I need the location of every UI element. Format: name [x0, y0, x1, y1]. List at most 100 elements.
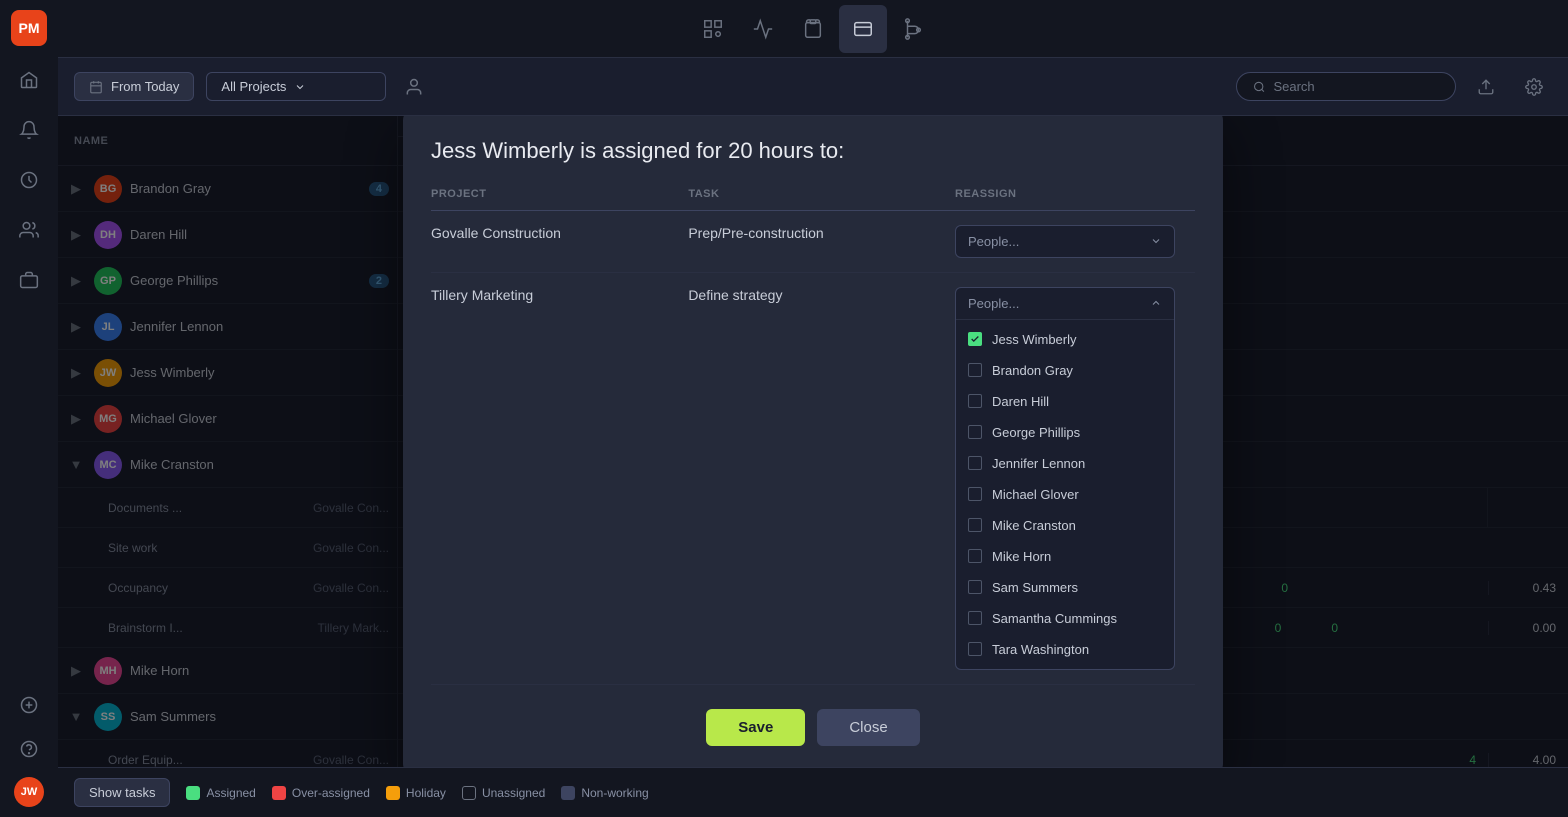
col-header-project: PROJECT	[431, 188, 688, 211]
dropdown-item-george[interactable]: George Phillips	[956, 417, 1174, 448]
people-select-govalle[interactable]: People...	[955, 225, 1175, 258]
search-input[interactable]	[1273, 79, 1439, 94]
checkbox-michael	[968, 487, 982, 501]
checkbox-tara	[968, 642, 982, 656]
sidebar-add-icon[interactable]	[13, 689, 45, 721]
holiday-dot	[386, 786, 400, 800]
assignment-modal: Jess Wimberly is assigned for 20 hours t…	[403, 116, 1223, 767]
dropdown-label-george: George Phillips	[992, 425, 1080, 440]
non-working-label: Non-working	[581, 786, 648, 800]
checkbox-daren	[968, 394, 982, 408]
dropdown-item-daren[interactable]: Daren Hill	[956, 386, 1174, 417]
people-select-govalle-label: People...	[968, 234, 1019, 249]
sidebar-help-icon[interactable]	[13, 733, 45, 765]
dropdown-label-tara: Tara Washington	[992, 642, 1089, 657]
legend-holiday: Holiday	[386, 786, 446, 800]
dropdown-label-mike-c: Mike Cranston	[992, 518, 1076, 533]
dropdown-label-samantha: Samantha Cummings	[992, 611, 1117, 626]
toolbar-chart-btn[interactable]	[739, 5, 787, 53]
save-button[interactable]: Save	[706, 709, 805, 746]
legend-non-working: Non-working	[561, 786, 648, 800]
checkbox-mike-h	[968, 549, 982, 563]
app-logo[interactable]: PM	[11, 10, 47, 46]
dropdown-label-brandon: Brandon Gray	[992, 363, 1073, 378]
bottom-bar: Show tasks Assigned Over-assigned Holida…	[58, 767, 1568, 817]
unassigned-dot	[462, 786, 476, 800]
dropdown-list-tillery: Jess Wimberly Brandon Gray	[956, 320, 1174, 669]
sidebar-people-icon[interactable]	[13, 214, 45, 246]
settings-icon[interactable]	[1516, 69, 1552, 105]
dropdown-item-mike-h[interactable]: Mike Horn	[956, 541, 1174, 572]
dropdown-label-michael: Michael Glover	[992, 487, 1079, 502]
modal-title: Jess Wimberly is assigned for 20 hours t…	[431, 138, 1195, 164]
dropdown-label-mike-h: Mike Horn	[992, 549, 1051, 564]
legend-assigned: Assigned	[186, 786, 255, 800]
dropdown-header-label: People...	[968, 296, 1019, 311]
dropdown-item-samantha[interactable]: Samantha Cummings	[956, 603, 1174, 634]
user-filter-icon[interactable]	[398, 71, 430, 103]
unassigned-label: Unassigned	[482, 786, 545, 800]
from-today-label: From Today	[111, 79, 179, 94]
toolbar-scan-btn[interactable]	[689, 5, 737, 53]
checkbox-jennifer	[968, 456, 982, 470]
sidebar-home-icon[interactable]	[13, 64, 45, 96]
modal-overlay: Jess Wimberly is assigned for 20 hours t…	[58, 116, 1568, 767]
dropdown-header-tillery[interactable]: People...	[956, 288, 1174, 320]
task-prep: Prep/Pre-construction	[688, 210, 955, 272]
toolbar-clipboard-btn[interactable]	[789, 5, 837, 53]
modal-actions: Save Close	[431, 709, 1195, 746]
dropdown-label-jennifer: Jennifer Lennon	[992, 456, 1085, 471]
search-box[interactable]	[1236, 72, 1456, 101]
sidebar: PM JW	[0, 0, 58, 817]
checkbox-jess	[968, 332, 982, 346]
main-content: From Today All Projects	[58, 0, 1568, 817]
from-today-button[interactable]: From Today	[74, 72, 194, 101]
non-working-dot	[561, 786, 575, 800]
dropdown-item-sam[interactable]: Sam Summers	[956, 572, 1174, 603]
all-projects-select[interactable]: All Projects	[206, 72, 386, 101]
dropdown-label-jess: Jess Wimberly	[992, 332, 1077, 347]
col-header-task: TASK	[688, 188, 955, 211]
dropdown-label-sam: Sam Summers	[992, 580, 1078, 595]
reassign-tillery: People... J	[955, 272, 1195, 684]
project-govalle: Govalle Construction	[431, 210, 688, 272]
all-projects-label: All Projects	[221, 79, 286, 94]
sidebar-briefcase-icon[interactable]	[13, 264, 45, 296]
legend-over-assigned: Over-assigned	[272, 786, 370, 800]
over-assigned-dot	[272, 786, 286, 800]
dropdown-item-brandon[interactable]: Brandon Gray	[956, 355, 1174, 386]
assignment-table: PROJECT TASK REASSIGN Govalle Constructi…	[431, 188, 1195, 685]
dropdown-item-jess[interactable]: Jess Wimberly	[956, 324, 1174, 355]
assigned-dot	[186, 786, 200, 800]
legend-unassigned: Unassigned	[462, 786, 545, 800]
project-tillery: Tillery Marketing	[431, 272, 688, 684]
toolbar-link-btn[interactable]	[839, 5, 887, 53]
table-row-govalle: Govalle Construction Prep/Pre-constructi…	[431, 210, 1195, 272]
export-icon[interactable]	[1468, 69, 1504, 105]
assigned-label: Assigned	[206, 786, 255, 800]
task-strategy: Define strategy	[688, 272, 955, 684]
checkbox-samantha	[968, 611, 982, 625]
table-row-tillery: Tillery Marketing Define strategy People…	[431, 272, 1195, 684]
dropdown-item-michael[interactable]: Michael Glover	[956, 479, 1174, 510]
sidebar-alerts-icon[interactable]	[13, 114, 45, 146]
content-area: From Today All Projects	[58, 58, 1568, 817]
checkbox-brandon	[968, 363, 982, 377]
dropdown-item-jennifer[interactable]: Jennifer Lennon	[956, 448, 1174, 479]
dropdown-item-mike-c[interactable]: Mike Cranston	[956, 510, 1174, 541]
user-avatar[interactable]: JW	[14, 777, 44, 807]
over-assigned-label: Over-assigned	[292, 786, 370, 800]
dropdown-label-daren: Daren Hill	[992, 394, 1049, 409]
dropdown-item-tara[interactable]: Tara Washington	[956, 634, 1174, 665]
holiday-label: Holiday	[406, 786, 446, 800]
checkbox-mike-c	[968, 518, 982, 532]
gantt-area: NAME ▶ BG Brandon Gray 4 ▶ DH Daren Hill…	[58, 116, 1568, 767]
checkbox-sam	[968, 580, 982, 594]
show-tasks-button[interactable]: Show tasks	[74, 778, 170, 807]
people-dropdown-tillery: People... J	[955, 287, 1175, 670]
header-bar: From Today All Projects	[58, 58, 1568, 116]
sidebar-time-icon[interactable]	[13, 164, 45, 196]
close-button[interactable]: Close	[817, 709, 919, 746]
reassign-govalle: People...	[955, 210, 1195, 272]
toolbar-branch-btn[interactable]	[889, 5, 937, 53]
